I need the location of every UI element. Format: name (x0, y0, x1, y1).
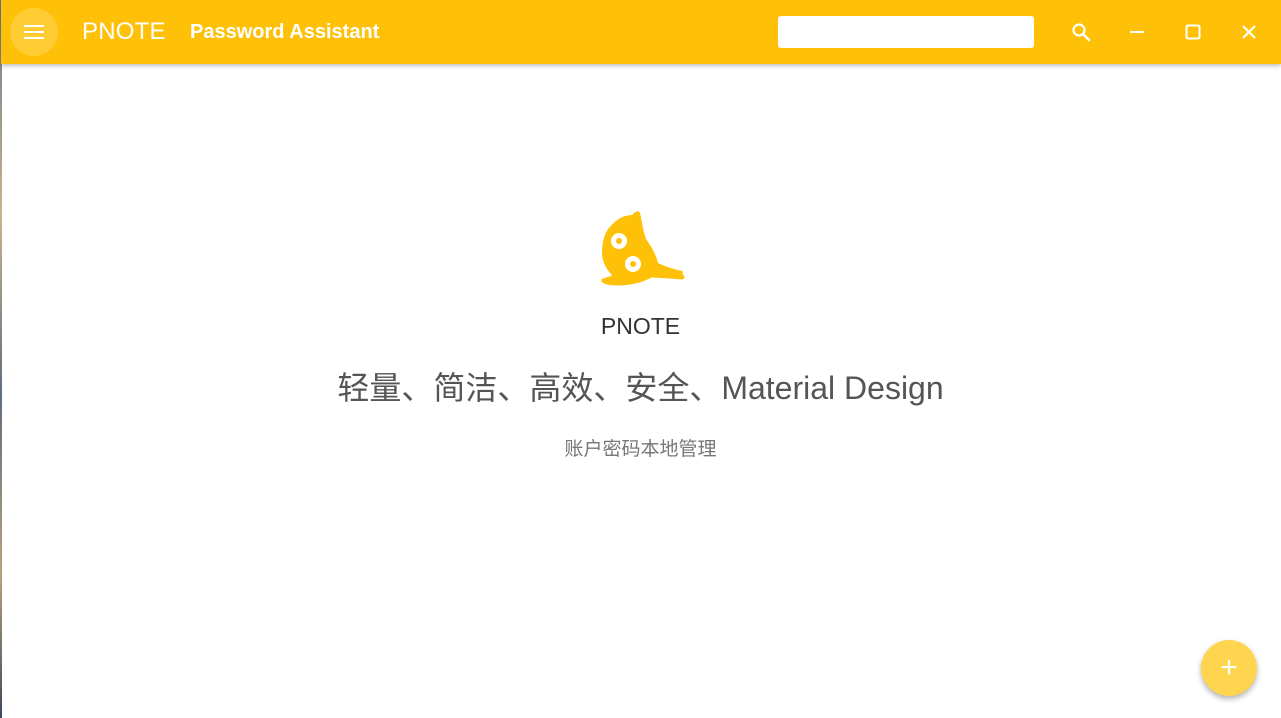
app-name: PNOTE (82, 18, 166, 45)
search-icon (1072, 23, 1091, 42)
search-button[interactable] (1061, 12, 1101, 52)
main-content: PNOTE 轻量、简洁、高效、安全、Material Design 账户密码本地… (0, 64, 1281, 718)
app-bar: PNOTE Password Assistant (1, 0, 1281, 64)
app-subtitle: Password Assistant (190, 21, 380, 43)
close-button[interactable] (1229, 12, 1269, 52)
search-input[interactable] (778, 16, 1034, 48)
minimize-icon (1130, 31, 1144, 33)
minimize-button[interactable] (1117, 12, 1157, 52)
maximize-button[interactable] (1173, 12, 1213, 52)
close-icon (1242, 25, 1256, 39)
brand-name: PNOTE (600, 313, 681, 339)
tagline: 轻量、简洁、高效、安全、Material Design (337, 370, 944, 406)
add-icon: + (1220, 651, 1238, 684)
menu-icon (24, 25, 44, 39)
menu-button[interactable] (10, 8, 58, 56)
description: 账户密码本地管理 (564, 438, 717, 460)
cat-logo (601, 211, 685, 286)
add-button[interactable]: + (1201, 640, 1257, 696)
maximize-icon (1185, 24, 1201, 40)
